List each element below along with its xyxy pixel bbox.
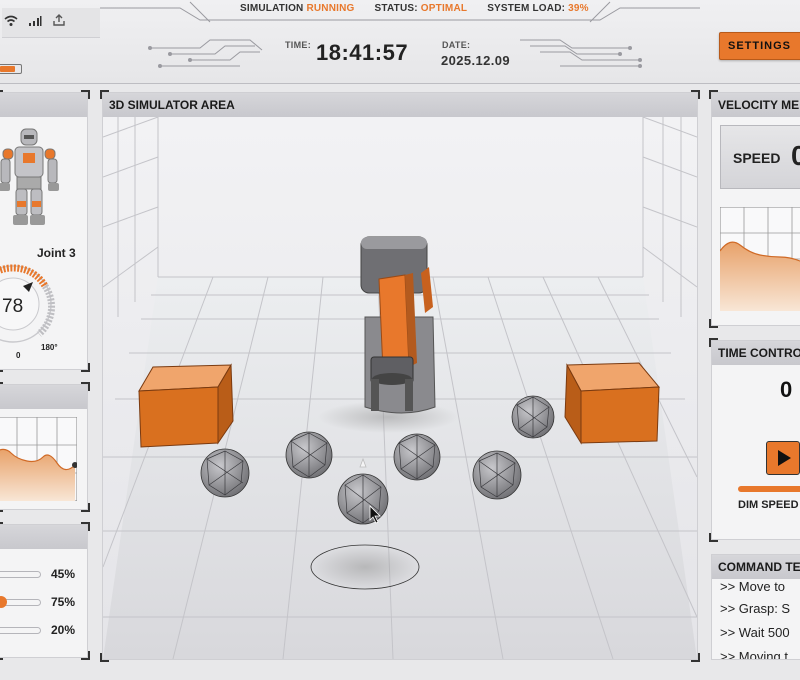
slider-3[interactable]: 20%	[0, 623, 81, 637]
system-load: SYSTEM LOAD: 39%	[487, 3, 589, 14]
velocity-chart	[720, 207, 800, 311]
system-tray	[2, 8, 100, 38]
panel-header	[0, 525, 87, 549]
command-line: >> Moving t	[720, 649, 788, 660]
time-control-panel: TIME CONTRO 0 DIM SPEED	[709, 338, 800, 542]
velocity-title: VELOCITY ME	[712, 93, 800, 117]
joint-history-chart	[0, 417, 77, 501]
slider-1[interactable]: 45%	[0, 567, 81, 581]
status-value: OPTIMAL	[420, 3, 468, 14]
command-line: >> Grasp: S	[720, 601, 791, 616]
signal-icon[interactable]	[28, 14, 42, 32]
slider-value: 20%	[51, 623, 76, 637]
gauge-value: 78	[2, 296, 24, 317]
dim-speed-label: DIM SPEED	[738, 499, 799, 511]
speed-readout: SPEED 0	[720, 125, 800, 189]
command-terminal-title: COMMAND TE	[712, 555, 800, 579]
simulator-panel: 3D SIMULATOR AREA	[100, 90, 700, 662]
dim-speed-slider[interactable]	[738, 486, 800, 492]
settings-button[interactable]: SETTINGS	[719, 32, 800, 60]
slider-track[interactable]	[0, 627, 41, 634]
simulator-title: 3D SIMULATOR AREA	[103, 93, 697, 117]
load-value: 39%	[568, 3, 589, 14]
joint-history-panel	[0, 382, 90, 512]
slider-value: 45%	[51, 567, 76, 581]
wifi-icon[interactable]	[4, 14, 18, 32]
command-line: >> Wait 500	[720, 625, 790, 640]
simulation-state: RUNNING	[306, 3, 355, 14]
play-button[interactable]	[766, 441, 800, 475]
robot-figure-icon[interactable]	[0, 127, 73, 237]
date-label: DATE:	[442, 40, 471, 50]
command-line: >> Move to	[720, 579, 786, 594]
gauge-max-label: 180°	[41, 343, 58, 352]
parameter-sliders-panel: 45% 75% 20%	[0, 522, 90, 660]
top-header: SIMULATION RUNNING STATUS: OPTIMAL SYSTE…	[0, 0, 800, 84]
panel-header	[0, 93, 87, 117]
slider-track[interactable]	[0, 571, 41, 578]
robot-joint-panel: Joint 3 78 0 180°	[0, 90, 90, 372]
battery-icon	[0, 64, 22, 74]
clock-time: 18:41:57	[316, 40, 409, 65]
sim-time-value: 0	[780, 377, 793, 402]
cargo-box-left[interactable]	[138, 363, 234, 448]
gauge-min-label: 0	[16, 351, 21, 360]
clock-date: 2025.12.09	[441, 53, 511, 68]
slider-knob[interactable]	[0, 596, 7, 608]
time-label: TIME:	[285, 40, 311, 50]
simulation-status: SIMULATION RUNNING	[240, 3, 355, 14]
speed-value: 0	[791, 140, 800, 171]
command-terminal-panel: COMMAND TE >> Move to >> Grasp: S >> Wai…	[711, 554, 800, 660]
slider-value: 75%	[51, 595, 76, 609]
cargo-box-right[interactable]	[564, 362, 661, 445]
speed-label: SPEED	[733, 150, 781, 166]
slider-2[interactable]: 75%	[0, 595, 81, 609]
simulator-viewport[interactable]	[103, 117, 697, 659]
status-strip: SIMULATION RUNNING STATUS: OPTIMAL SYSTE…	[240, 3, 589, 19]
play-icon	[778, 450, 791, 466]
time-control-title: TIME CONTRO	[712, 341, 800, 365]
system-status: STATUS: OPTIMAL	[374, 3, 468, 14]
upload-icon[interactable]	[52, 13, 66, 32]
panel-header	[0, 385, 87, 409]
velocity-panel: VELOCITY ME SPEED 0	[709, 90, 800, 328]
